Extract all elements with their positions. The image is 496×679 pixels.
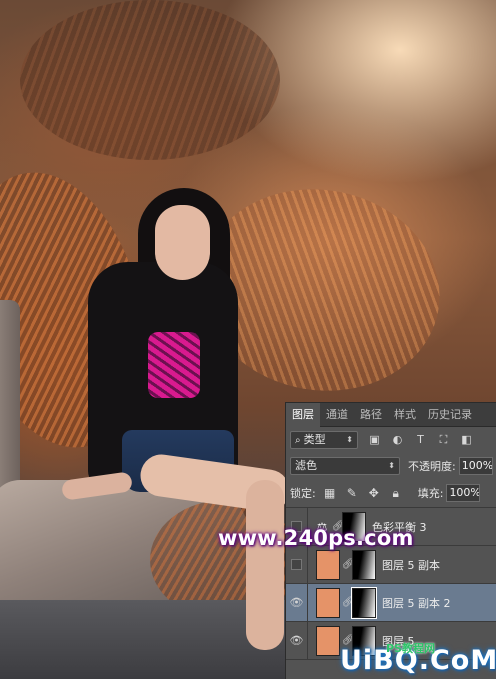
panel-tabs: 图层 通道 路径 样式 历史记录 [286,403,496,427]
image-filter-icon[interactable]: ▣ [366,432,383,448]
filter-icons: ▣ ◐ T ⛶ ◧ [366,432,475,448]
search-icon: ⌕ [295,434,301,446]
chain-link-icon[interactable]: 🔗︎ [342,597,355,608]
tab-paths[interactable]: 路径 [354,403,388,427]
tab-history[interactable]: 历史记录 [422,403,478,427]
lock-all-icon[interactable]: 🔒︎ [388,485,404,501]
layer-mask-thumbnail[interactable] [351,586,377,619]
tab-styles[interactable]: 样式 [388,403,422,427]
lock-row: 锁定: ▦ ✎ ✥ 🔒︎ 填充: 100% [286,482,496,504]
shape-filter-icon[interactable]: ⛶ [435,432,452,448]
chevron-updown-icon: ⬍ [346,435,353,444]
layer-name[interactable]: 图层 5 副本 [382,557,440,573]
blend-mode-value: 滤色 [295,459,317,472]
chevron-updown-icon: ⬍ [388,461,395,470]
layer-mask-thumbnail[interactable] [352,549,376,580]
face [155,205,210,280]
tab-channels[interactable]: 通道 [320,403,354,427]
tab-layers[interactable]: 图层 [286,403,320,427]
shirt-print [148,332,200,398]
opacity-field[interactable]: 100% [458,457,493,475]
leg [246,480,284,650]
arm [60,471,134,501]
layer-thumbnail[interactable] [316,549,340,580]
visibility-toggle[interactable]: 👁︎ [286,583,308,622]
type-filter-icon[interactable]: T [412,432,429,448]
lock-transparent-icon[interactable]: ▦ [322,485,338,501]
eye-icon: 👁︎ [289,596,304,609]
blend-mode-select[interactable]: 滤色 ⬍ [290,457,400,475]
fill-label: 填充: [417,487,444,500]
uibq-logo-sub: PS教程网 [386,642,435,655]
filter-row: ⌕ 类型 ⬍ ▣ ◐ T ⛶ ◧ [286,429,496,451]
layer-thumbnail[interactable] [316,587,340,618]
lock-label: 锁定: [290,487,316,500]
lock-move-icon[interactable]: ✥ [366,485,382,501]
fill-field[interactable]: 100% [446,484,481,502]
lock-paint-icon[interactable]: ✎ [344,485,360,501]
lock-icons: ▦ ✎ ✥ 🔒︎ [322,485,404,501]
smart-object-filter-icon[interactable]: ◧ [458,432,475,448]
opacity-label: 不透明度: [408,460,456,473]
filter-kind-select[interactable]: ⌕ 类型 ⬍ [290,431,358,449]
adjustment-filter-icon[interactable]: ◐ [389,432,406,448]
uibq-logo: UiBQ.CoM PS教程网 [340,642,496,679]
filter-kind-label: 类型 [303,432,326,446]
blend-row: 滤色 ⬍ 不透明度: 100% [286,455,496,477]
layer-row-layer5-copy2[interactable]: 👁︎ 🔗︎ 图层 5 副本 2 [286,583,496,622]
layer-name[interactable]: 图层 5 副本 2 [382,595,451,611]
eye-icon: 👁︎ [289,634,304,647]
watermark-240ps: www.240ps.com [218,526,414,550]
visibility-toggle[interactable]: 👁︎ [286,621,308,660]
layer-thumbnail[interactable] [316,625,340,656]
chain-link-icon[interactable]: 🔗︎ [342,559,355,570]
visibility-off-box [291,559,302,570]
